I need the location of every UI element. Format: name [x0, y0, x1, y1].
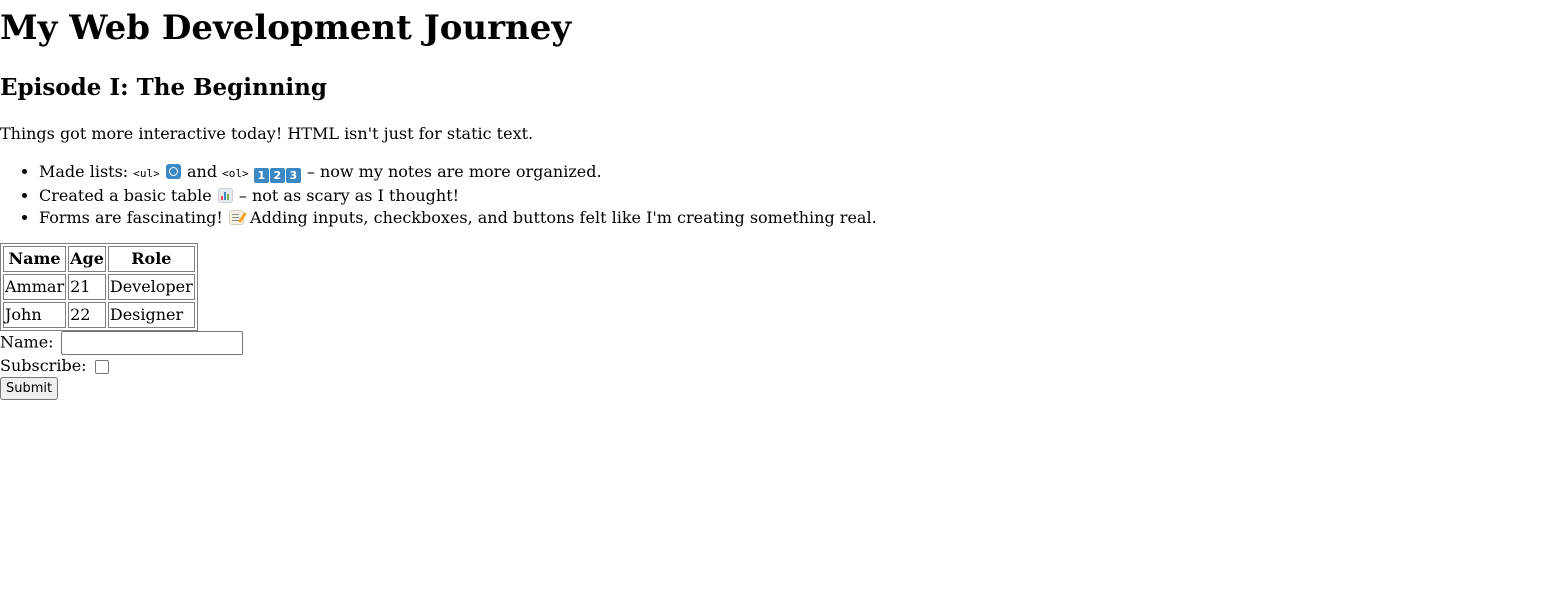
keycap-2-icon: 2	[269, 168, 285, 183]
people-table: Name Age Role Ammar 21 Developer John 22…	[0, 243, 198, 331]
submit-button[interactable]: Submit	[0, 377, 59, 400]
table-row: John 22 Designer	[3, 302, 195, 328]
table-cell-age: 22	[68, 302, 106, 328]
column-header-age: Age	[68, 246, 106, 272]
column-header-role: Role	[107, 246, 195, 272]
list-item-prefix: Forms are fascinating!	[39, 208, 223, 227]
list-item-prefix: Created a basic table	[39, 186, 212, 205]
table-cell-name: John	[3, 302, 67, 328]
page: My Web Development Journey Episode I: Th…	[0, 0, 1564, 603]
table-cell-role: Developer	[107, 274, 195, 300]
and-text: and	[186, 162, 218, 181]
table-cell-role: Designer	[107, 302, 195, 328]
table-cell-name: Ammar	[3, 274, 67, 300]
subscribe-checkbox[interactable]	[94, 359, 109, 374]
list-item-lists: Made lists: <ul> and <ol> 123 – now my n…	[39, 161, 877, 185]
memo-icon	[228, 210, 244, 225]
episode-heading: Episode I: The Beginning	[0, 74, 327, 101]
list-item-suffix: – not as scary as I thought!	[238, 186, 460, 205]
notes-list: Made lists: <ul> and <ol> 123 – now my n…	[0, 161, 877, 229]
intro-paragraph: Things got more interactive today! HTML …	[0, 124, 534, 143]
table-header-row: Name Age Role	[3, 246, 195, 272]
keycap-numbers-icon: 123	[253, 162, 302, 183]
column-header-name: Name	[3, 246, 67, 272]
ul-tag-code: <ul>	[133, 167, 160, 180]
keycap-1-icon: 1	[253, 168, 269, 183]
record-button-icon	[165, 164, 181, 179]
name-form-row: Name:	[0, 331, 243, 355]
bar-chart-icon	[217, 188, 233, 203]
name-input[interactable]	[60, 331, 243, 355]
table-row: Ammar 21 Developer	[3, 274, 195, 300]
name-label: Name:	[0, 332, 54, 352]
list-item-forms: Forms are fascinating! Adding inputs, ch…	[39, 207, 877, 229]
table-cell-age: 21	[68, 274, 106, 300]
subscribe-label: Subscribe:	[0, 356, 87, 375]
subscribe-form-row: Subscribe:	[0, 355, 109, 377]
page-title: My Web Development Journey	[0, 8, 572, 48]
ol-tag-code: <ol>	[222, 167, 249, 180]
list-item-suffix: Adding inputs, checkboxes, and buttons f…	[250, 208, 877, 227]
keycap-3-icon: 3	[285, 168, 301, 183]
list-item-prefix: Made lists:	[39, 162, 129, 181]
list-item-table: Created a basic table – not as scary as …	[39, 185, 877, 207]
list-item-suffix: – now my notes are more organized.	[306, 162, 602, 181]
